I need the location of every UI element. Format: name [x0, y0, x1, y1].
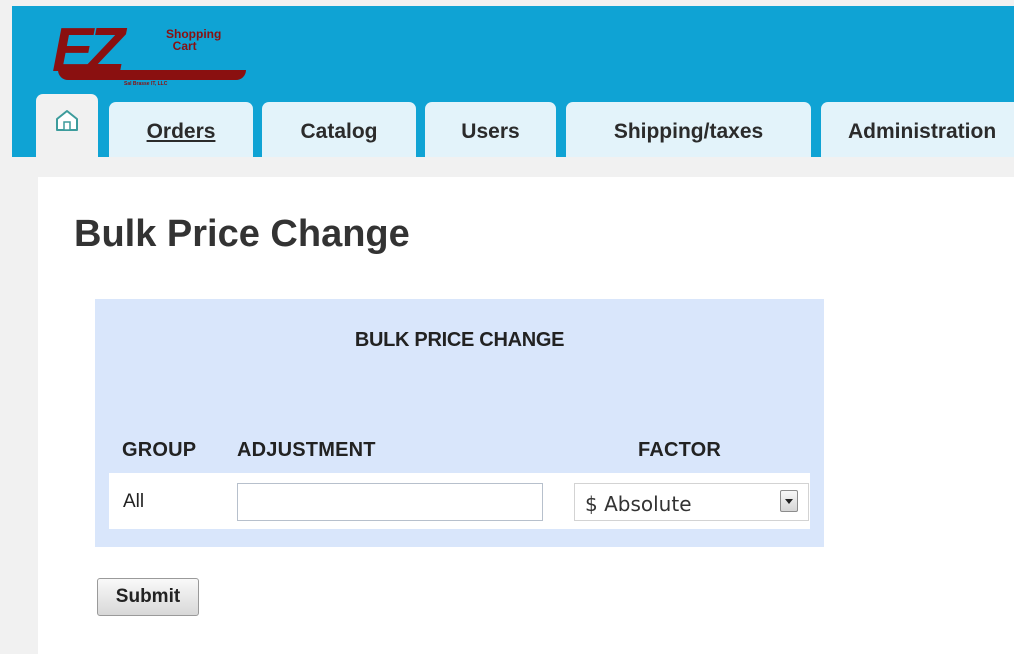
- tab-shipping-taxes-label: Shipping/taxes: [613, 120, 764, 143]
- tab-home[interactable]: [36, 94, 98, 157]
- column-header-adjustment: ADJUSTMENT: [237, 439, 376, 461]
- tab-administration-label: Administration: [848, 120, 997, 143]
- form-heading: BULK PRICE CHANGE: [354, 329, 565, 351]
- tab-orders-label: Orders: [146, 120, 216, 143]
- bulk-price-form: BULK PRICE CHANGE GROUP ADJUSTMENT FACTO…: [95, 299, 824, 547]
- price-change-row: All $ Absolute: [109, 473, 810, 529]
- column-header-group: GROUP: [122, 439, 197, 461]
- logo-swoosh: [58, 70, 246, 80]
- tab-catalog-label: Catalog: [300, 120, 378, 143]
- tab-orders[interactable]: Orders: [109, 102, 253, 157]
- submit-button[interactable]: Submit: [97, 578, 199, 616]
- adjustment-input[interactable]: [237, 483, 543, 521]
- tab-catalog[interactable]: Catalog: [262, 102, 416, 157]
- tab-users-label: Users: [461, 120, 520, 143]
- home-icon: [54, 108, 80, 134]
- tab-administration[interactable]: Administration: [821, 102, 1014, 157]
- chevron-down-icon[interactable]: [780, 490, 798, 512]
- page-title: Bulk Price Change: [74, 213, 410, 255]
- content-panel: Bulk Price Change BULK PRICE CHANGE GROU…: [38, 177, 1014, 654]
- logo-product: Shopping Cart: [166, 27, 222, 53]
- ez-shopping-cart-logo[interactable]: EZ Shopping Cart Sal Brasse IT, LLC: [52, 20, 252, 90]
- tab-users[interactable]: Users: [425, 102, 556, 157]
- group-value: All: [123, 491, 145, 512]
- tab-shipping-taxes[interactable]: Shipping/taxes: [566, 102, 811, 157]
- factor-select[interactable]: $ Absolute: [574, 483, 809, 521]
- factor-selected-value: $ Absolute: [585, 492, 692, 516]
- logo-tagline: Sal Brasse IT, LLC: [124, 81, 168, 87]
- column-header-factor: FACTOR: [638, 439, 722, 461]
